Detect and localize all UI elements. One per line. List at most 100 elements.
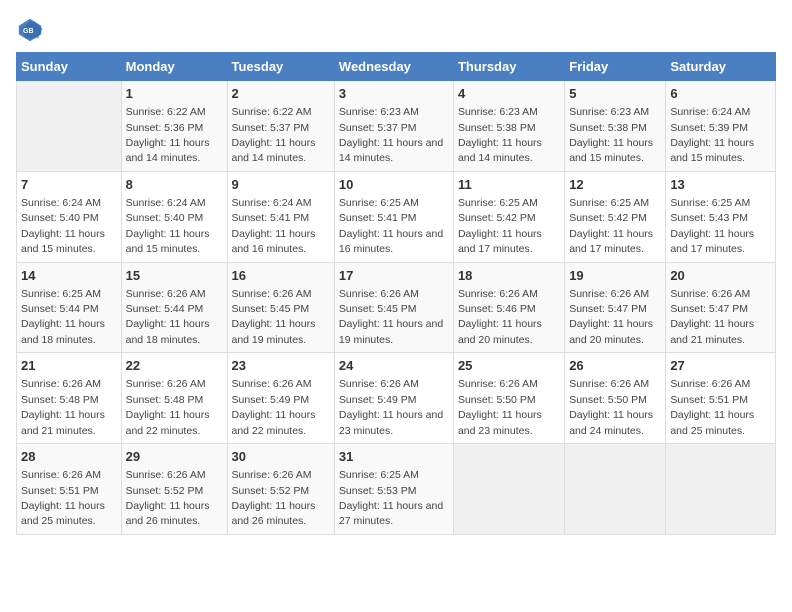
day-number: 26 xyxy=(569,357,661,375)
day-sunset: Sunset: 5:47 PM xyxy=(569,303,647,315)
day-sunset: Sunset: 5:48 PM xyxy=(21,394,99,406)
day-sunrise: Sunrise: 6:25 AM xyxy=(339,197,419,209)
day-sunset: Sunset: 5:51 PM xyxy=(21,485,99,497)
day-number: 7 xyxy=(21,176,117,194)
day-sunrise: Sunrise: 6:26 AM xyxy=(21,378,101,390)
day-number: 8 xyxy=(126,176,223,194)
day-number: 28 xyxy=(21,448,117,466)
calendar-cell: 2Sunrise: 6:22 AMSunset: 5:37 PMDaylight… xyxy=(227,81,334,172)
calendar-cell: 5Sunrise: 6:23 AMSunset: 5:38 PMDaylight… xyxy=(565,81,666,172)
header-monday: Monday xyxy=(121,53,227,81)
day-daylight: Daylight: 11 hours and 20 minutes. xyxy=(458,318,542,345)
day-sunrise: Sunrise: 6:26 AM xyxy=(670,288,750,300)
day-daylight: Daylight: 11 hours and 21 minutes. xyxy=(670,318,754,345)
week-row-0: 1Sunrise: 6:22 AMSunset: 5:36 PMDaylight… xyxy=(17,81,776,172)
day-sunset: Sunset: 5:36 PM xyxy=(126,122,204,134)
calendar-table: SundayMondayTuesdayWednesdayThursdayFrid… xyxy=(16,52,776,535)
day-sunset: Sunset: 5:43 PM xyxy=(670,212,748,224)
day-sunrise: Sunrise: 6:26 AM xyxy=(569,288,649,300)
day-number: 6 xyxy=(670,85,771,103)
day-sunset: Sunset: 5:44 PM xyxy=(126,303,204,315)
day-sunrise: Sunrise: 6:25 AM xyxy=(569,197,649,209)
day-daylight: Daylight: 11 hours and 14 minutes. xyxy=(232,137,316,164)
logo-icon: GB xyxy=(16,16,44,44)
day-number: 19 xyxy=(569,267,661,285)
day-sunrise: Sunrise: 6:25 AM xyxy=(21,288,101,300)
day-daylight: Daylight: 11 hours and 17 minutes. xyxy=(569,228,653,255)
day-daylight: Daylight: 11 hours and 17 minutes. xyxy=(670,228,754,255)
day-sunset: Sunset: 5:46 PM xyxy=(458,303,536,315)
day-daylight: Daylight: 11 hours and 18 minutes. xyxy=(21,318,105,345)
day-daylight: Daylight: 11 hours and 20 minutes. xyxy=(569,318,653,345)
day-daylight: Daylight: 11 hours and 26 minutes. xyxy=(126,500,210,527)
day-number: 21 xyxy=(21,357,117,375)
day-number: 2 xyxy=(232,85,330,103)
svg-text:GB: GB xyxy=(23,28,34,35)
day-sunset: Sunset: 5:40 PM xyxy=(126,212,204,224)
calendar-cell xyxy=(453,444,564,535)
calendar-cell: 9 Sunrise: 6:24 AM Sunset: 5:41 PM Daylight… xyxy=(227,171,334,262)
calendar-cell: 23Sunrise: 6:26 AMSunset: 5:49 PMDayligh… xyxy=(227,353,334,444)
day-sunset: Sunset: 5:52 PM xyxy=(232,485,310,497)
calendar-cell: 28 Sunrise: 6:26 AM Sunset: 5:51 PM Dayligh… xyxy=(17,444,122,535)
day-number: 17 xyxy=(339,267,449,285)
calendar-cell: 24Sunrise: 6:26 AMSunset: 5:49 PMDayligh… xyxy=(334,353,453,444)
day-sunset: Sunset: 5:37 PM xyxy=(339,122,417,134)
day-number: 16 xyxy=(232,267,330,285)
week-row-4: 28 Sunrise: 6:26 AM Sunset: 5:51 PM Dayligh… xyxy=(17,444,776,535)
day-number: 9 xyxy=(232,176,330,194)
day-daylight: Daylight: 11 hours and 19 minutes. xyxy=(339,318,443,345)
day-sunrise: Sunrise: 6:26 AM xyxy=(458,288,538,300)
day-sunset: Sunset: 5:38 PM xyxy=(569,122,647,134)
day-sunset: Sunset: 5:49 PM xyxy=(232,394,310,406)
calendar-cell: 7Sunrise: 6:24 AMSunset: 5:40 PMDaylight… xyxy=(17,171,122,262)
day-daylight: Daylight: 11 hours and 25 minutes. xyxy=(21,500,105,527)
week-row-2: 14Sunrise: 6:25 AMSunset: 5:44 PMDayligh… xyxy=(17,262,776,353)
day-daylight: Daylight: 11 hours and 17 minutes. xyxy=(458,228,542,255)
calendar-cell: 20Sunrise: 6:26 AMSunset: 5:47 PMDayligh… xyxy=(666,262,776,353)
day-sunrise: Sunrise: 6:24 AM xyxy=(21,197,101,209)
day-daylight: Daylight: 11 hours and 16 minutes. xyxy=(232,228,316,255)
day-sunset: Sunset: 5:40 PM xyxy=(21,212,99,224)
day-daylight: Daylight: 11 hours and 27 minutes. xyxy=(339,500,443,527)
day-daylight: Daylight: 11 hours and 22 minutes. xyxy=(126,409,210,436)
day-daylight: Daylight: 11 hours and 23 minutes. xyxy=(458,409,542,436)
header-tuesday: Tuesday xyxy=(227,53,334,81)
day-sunrise: Sunrise: 6:26 AM xyxy=(21,469,101,481)
day-sunrise: Sunrise: 6:26 AM xyxy=(126,469,206,481)
day-sunrise: Sunrise: 6:23 AM xyxy=(569,106,649,118)
day-daylight: Daylight: 11 hours and 15 minutes. xyxy=(126,228,210,255)
week-row-3: 21 Sunrise: 6:26 AM Sunset: 5:48 PM Dayligh… xyxy=(17,353,776,444)
day-sunrise: Sunrise: 6:25 AM xyxy=(670,197,750,209)
header-wednesday: Wednesday xyxy=(334,53,453,81)
day-daylight: Daylight: 11 hours and 15 minutes. xyxy=(569,137,653,164)
week-row-1: 7 Sunrise: 6:24 AM Sunset: 5:40 PM Daylight… xyxy=(17,171,776,262)
day-number: 18 xyxy=(458,267,560,285)
day-sunrise: Sunrise: 6:26 AM xyxy=(232,378,312,390)
day-sunrise: Sunrise: 6:24 AM xyxy=(232,197,312,209)
day-sunset: Sunset: 5:38 PM xyxy=(458,122,536,134)
day-sunrise: Sunrise: 6:24 AM xyxy=(670,106,750,118)
day-number: 4 xyxy=(458,85,560,103)
day-sunset: Sunset: 5:44 PM xyxy=(21,303,99,315)
calendar-cell: 16Sunrise: 6:26 AMSunset: 5:45 PMDayligh… xyxy=(227,262,334,353)
day-sunset: Sunset: 5:42 PM xyxy=(458,212,536,224)
day-sunrise: Sunrise: 6:23 AM xyxy=(458,106,538,118)
day-sunset: Sunset: 5:49 PM xyxy=(339,394,417,406)
day-sunrise: Sunrise: 6:23 AM xyxy=(339,106,419,118)
day-sunset: Sunset: 5:41 PM xyxy=(232,212,310,224)
day-sunrise: Sunrise: 6:26 AM xyxy=(339,378,419,390)
day-daylight: Daylight: 11 hours and 22 minutes. xyxy=(232,409,316,436)
calendar-cell: 12Sunrise: 6:25 AMSunset: 5:42 PMDayligh… xyxy=(565,171,666,262)
day-daylight: Daylight: 11 hours and 15 minutes. xyxy=(670,137,754,164)
day-sunrise: Sunrise: 6:26 AM xyxy=(670,378,750,390)
calendar-cell: 21Sunrise: 6:26 AMSunset: 5:48 PMDayligh… xyxy=(17,353,122,444)
day-sunrise: Sunrise: 6:26 AM xyxy=(126,378,206,390)
calendar-cell: 29Sunrise: 6:26 AMSunset: 5:52 PMDayligh… xyxy=(121,444,227,535)
header: GB xyxy=(16,16,776,44)
calendar-cell xyxy=(565,444,666,535)
day-daylight: Daylight: 11 hours and 19 minutes. xyxy=(232,318,316,345)
header-thursday: Thursday xyxy=(453,53,564,81)
day-sunrise: Sunrise: 6:26 AM xyxy=(126,288,206,300)
day-number: 29 xyxy=(126,448,223,466)
